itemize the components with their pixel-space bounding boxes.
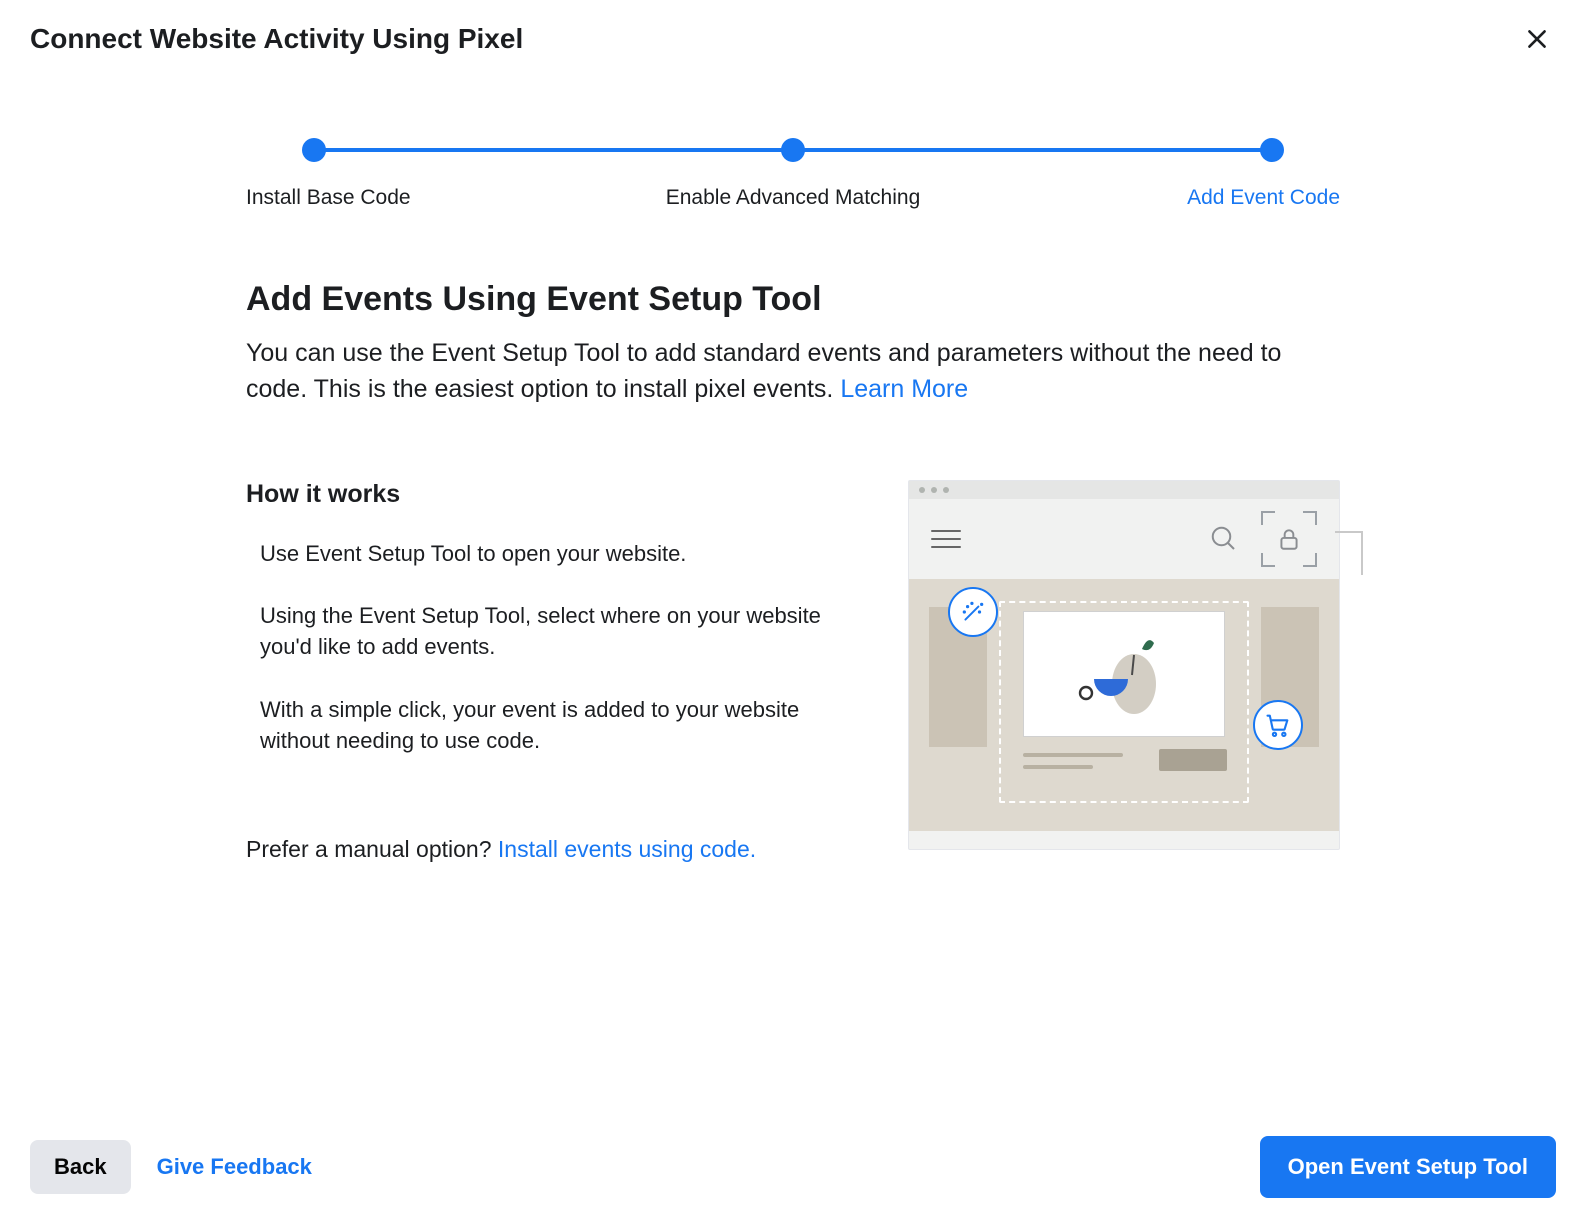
section-description: You can use the Event Setup Tool to add …	[246, 335, 1340, 408]
footer-left: Back Give Feedback	[30, 1140, 312, 1194]
hamburger-icon	[931, 530, 961, 548]
illustration	[908, 480, 1340, 850]
manual-option-row: Prefer a manual option? Install events u…	[246, 836, 868, 863]
dialog-header: Connect Website Activity Using Pixel	[0, 0, 1586, 68]
illustration-topbar	[909, 481, 1339, 499]
section-title: Add Events Using Event Setup Tool	[246, 280, 1340, 319]
stepper-dot-3	[1260, 138, 1284, 162]
illustration-browser	[908, 480, 1340, 850]
dialog-title: Connect Website Activity Using Pixel	[30, 23, 523, 55]
product-illustration-icon	[1064, 629, 1184, 719]
how-it-works-title: How it works	[246, 480, 868, 509]
install-code-link[interactable]: Install events using code.	[498, 836, 756, 862]
how-it-works-text: How it works Use Event Setup Tool to ope…	[246, 480, 868, 864]
close-button[interactable]	[1518, 20, 1556, 58]
stepper-track	[314, 138, 1272, 166]
how-it-works-steps: Use Event Setup Tool to open your websit…	[246, 539, 868, 757]
learn-more-link[interactable]: Learn More	[840, 375, 968, 403]
lock-target-icon	[1261, 511, 1317, 567]
cart-badge	[1253, 700, 1303, 750]
lock-icon	[1276, 526, 1302, 552]
manual-option-prefix: Prefer a manual option?	[246, 836, 498, 862]
give-feedback-link[interactable]: Give Feedback	[157, 1154, 312, 1180]
how-it-works-step-2: Using the Event Setup Tool, select where…	[260, 601, 868, 663]
search-icon	[1209, 524, 1239, 554]
section-description-text: You can use the Event Setup Tool to add …	[246, 339, 1281, 403]
shopping-cart-icon	[1264, 711, 1292, 739]
magic-wand-badge	[948, 587, 998, 637]
progress-stepper: Install Base Code Enable Advanced Matchi…	[246, 138, 1340, 210]
illustration-toolbar	[909, 499, 1339, 579]
dialog-footer: Back Give Feedback Open Event Setup Tool	[30, 1136, 1556, 1198]
back-button[interactable]: Back	[30, 1140, 131, 1194]
how-it-works-step-1: Use Event Setup Tool to open your websit…	[260, 539, 868, 570]
main-content: Add Events Using Event Setup Tool You ca…	[246, 280, 1340, 863]
stepper-labels: Install Base Code Enable Advanced Matchi…	[246, 186, 1340, 210]
stepper-dot-2	[781, 138, 805, 162]
stepper-label-3: Add Event Code	[975, 186, 1340, 210]
close-icon	[1524, 26, 1550, 52]
how-it-works-wrap: How it works Use Event Setup Tool to ope…	[246, 480, 1340, 864]
stepper-label-2: Enable Advanced Matching	[611, 186, 976, 210]
stepper-label-1: Install Base Code	[246, 186, 611, 210]
stepper-dot-1	[302, 138, 326, 162]
how-it-works-step-3: With a simple click, your event is added…	[260, 695, 868, 757]
magic-wand-icon	[960, 599, 986, 625]
open-event-setup-tool-button[interactable]: Open Event Setup Tool	[1260, 1136, 1556, 1198]
